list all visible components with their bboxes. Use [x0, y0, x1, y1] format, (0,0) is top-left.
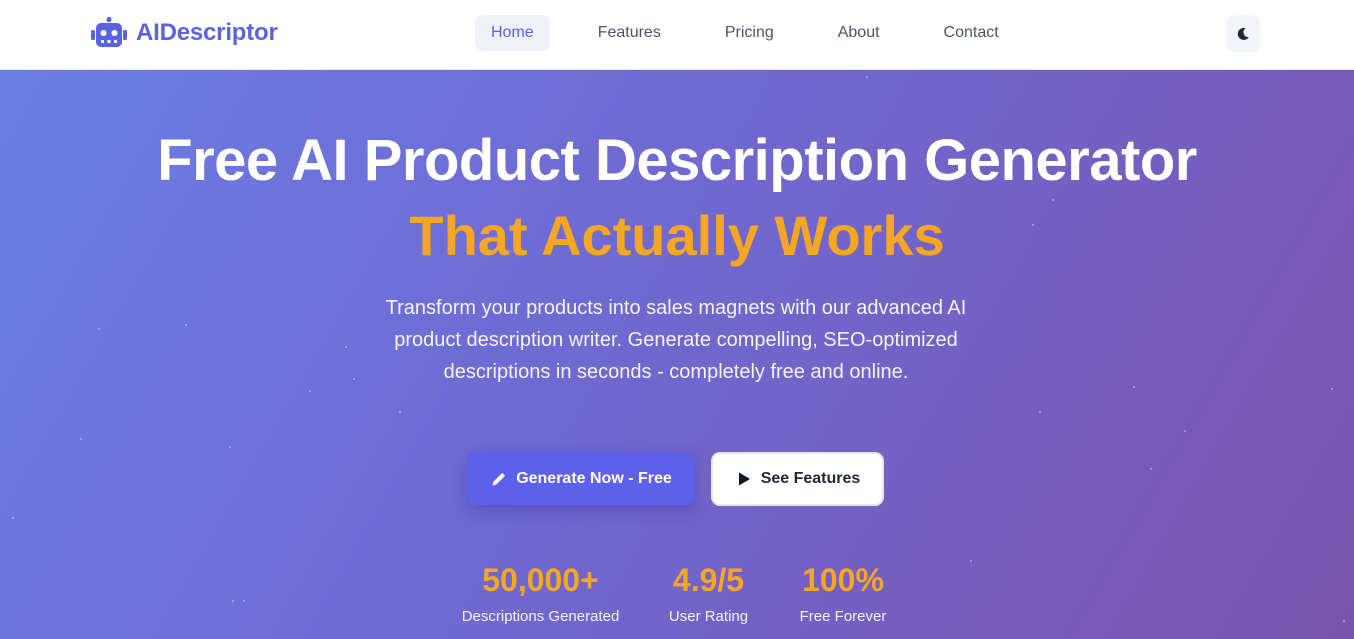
background-star — [970, 560, 972, 562]
background-star — [80, 438, 82, 440]
background-star — [1343, 620, 1345, 622]
background-star — [1133, 386, 1135, 388]
generate-now-label: Generate Now - Free — [516, 469, 672, 487]
background-star — [185, 324, 187, 326]
stat-descriptions: 50,000+ Descriptions Generated — [455, 560, 626, 625]
generate-now-button[interactable]: Generate Now - Free — [467, 452, 695, 505]
hero-subtitle: Transform your products into sales magne… — [385, 297, 967, 383]
background-star — [309, 390, 311, 392]
stats-row: 50,000+ Descriptions Generated 4.9/5 Use… — [455, 560, 895, 625]
pencil-icon — [492, 472, 506, 485]
play-icon — [738, 472, 750, 486]
background-star — [353, 378, 355, 380]
see-features-button[interactable]: See Features — [711, 452, 884, 506]
nav-item-features[interactable]: Features — [582, 15, 677, 51]
background-star — [1039, 411, 1041, 413]
brand-logo[interactable]: AIDescriptor — [91, 17, 278, 49]
background-star — [1331, 388, 1333, 390]
hero-accent-title: That Actually Works — [409, 204, 945, 267]
nav-item-pricing[interactable]: Pricing — [709, 15, 790, 51]
background-star — [1052, 199, 1054, 201]
stat-value: 50,000+ — [482, 562, 599, 598]
hero-section: Free AI Product Description Generator Th… — [0, 70, 1354, 639]
stat-label: Descriptions Generated — [461, 608, 620, 625]
robot-icon — [91, 17, 127, 47]
background-star — [229, 446, 231, 448]
background-star — [399, 411, 401, 413]
stat-free: 100% Free Forever — [791, 560, 895, 625]
site-header: AIDescriptor Home Features Pricing About… — [0, 0, 1354, 70]
stat-value: 4.9/5 — [672, 562, 745, 598]
stat-value: 100% — [802, 562, 884, 598]
main-nav: Home Features Pricing About Contact — [475, 15, 1047, 51]
background-star — [232, 600, 234, 602]
nav-item-about[interactable]: About — [822, 15, 896, 51]
theme-toggle-button[interactable] — [1226, 15, 1260, 52]
nav-item-home[interactable]: Home — [475, 15, 550, 51]
brand-name: AIDescriptor — [136, 19, 278, 46]
background-star — [345, 346, 347, 348]
hero-title: Free AI Product Description Generator — [157, 128, 1197, 193]
background-star — [866, 76, 868, 78]
see-features-label: See Features — [760, 470, 861, 487]
moon-icon — [1237, 27, 1249, 40]
stat-rating: 4.9/5 User Rating — [626, 560, 791, 625]
nav-item-contact[interactable]: Contact — [928, 15, 1015, 51]
stat-label: User Rating — [668, 608, 749, 625]
stat-label: Free Forever — [799, 608, 887, 625]
background-star — [1150, 468, 1152, 470]
background-star — [1184, 430, 1186, 432]
background-star — [98, 328, 100, 330]
background-star — [12, 517, 14, 519]
background-star — [243, 600, 245, 602]
